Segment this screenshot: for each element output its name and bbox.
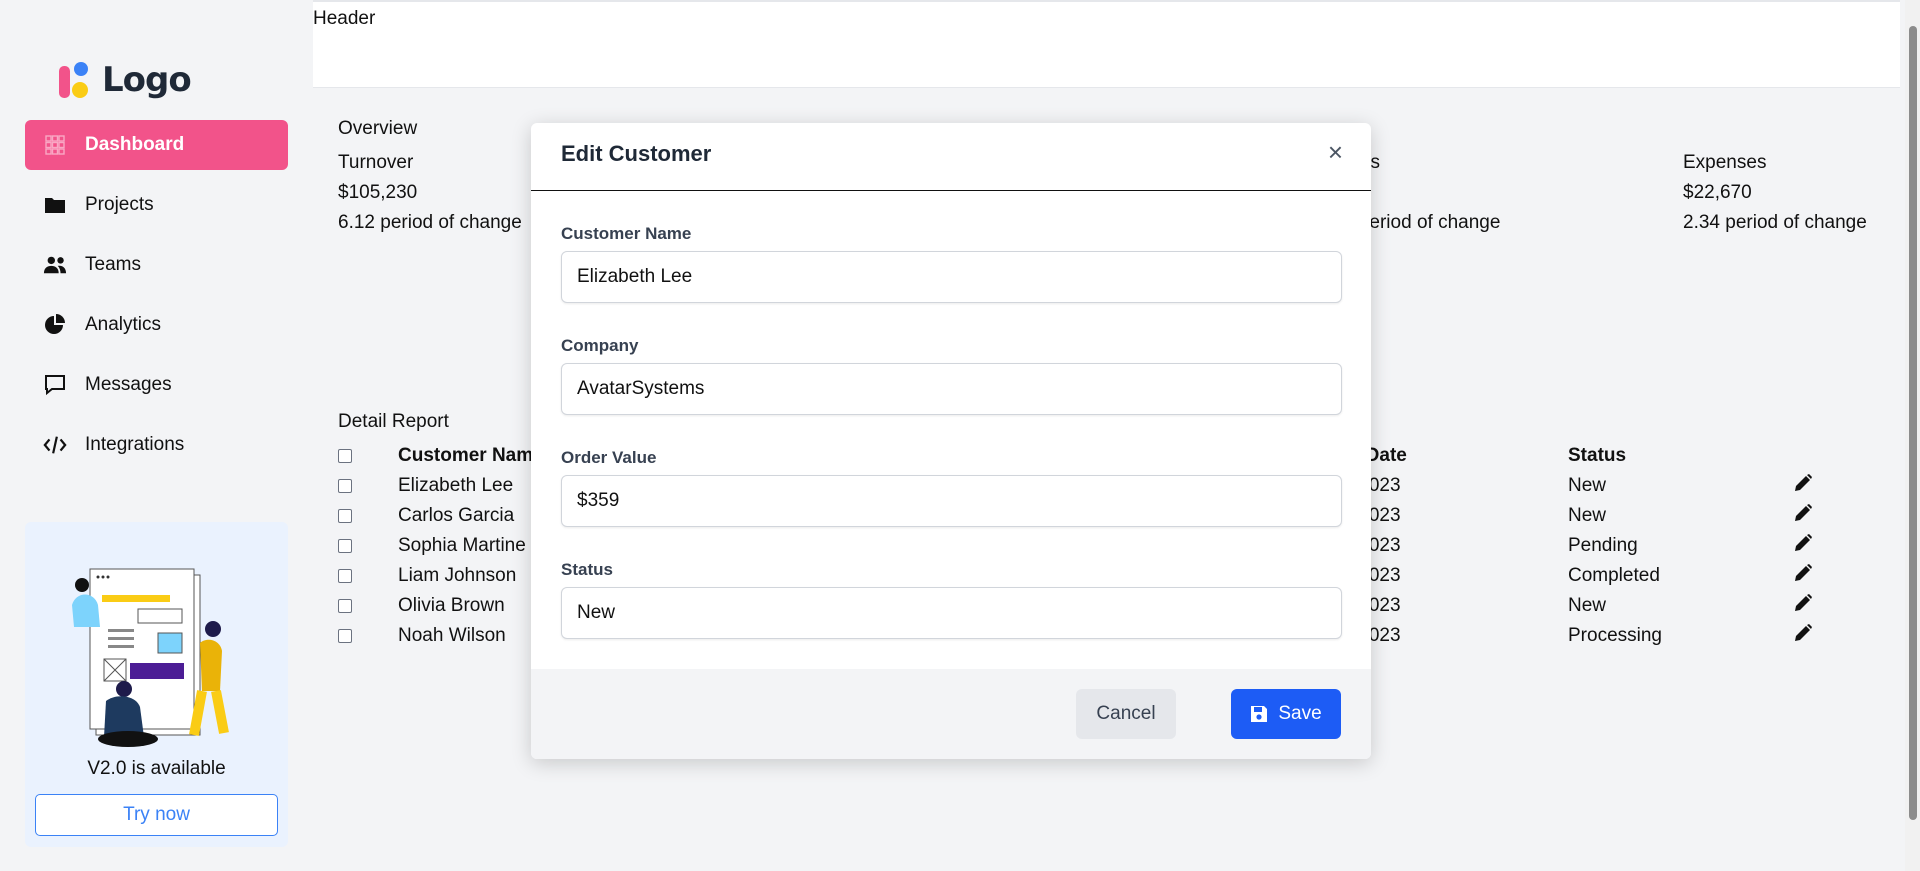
save-label: Save (1278, 703, 1322, 724)
modal-title: Edit Customer (561, 141, 712, 166)
edit-customer-modal: Edit Customer × Customer Name Company Or… (531, 123, 1371, 759)
cancel-button[interactable]: Cancel (1076, 689, 1176, 739)
close-icon[interactable]: × (1328, 139, 1343, 165)
company-label: Company (561, 336, 639, 355)
modal-footer: Cancel Save (531, 669, 1371, 759)
modal-header: Edit Customer × (531, 123, 1371, 191)
scrollbar-thumb[interactable] (1909, 26, 1917, 820)
save-button[interactable]: Save (1231, 689, 1341, 739)
order-value-input[interactable] (561, 475, 1342, 527)
floppy-disk-icon (1251, 706, 1268, 722)
status-label: Status (561, 560, 613, 579)
customer-name-input[interactable] (561, 251, 1342, 303)
company-input[interactable] (561, 363, 1342, 415)
order-value-label: Order Value (561, 448, 657, 467)
customer-name-label: Customer Name (561, 224, 692, 243)
page-scrollbar[interactable] (1905, 0, 1920, 871)
status-input[interactable] (561, 587, 1342, 639)
